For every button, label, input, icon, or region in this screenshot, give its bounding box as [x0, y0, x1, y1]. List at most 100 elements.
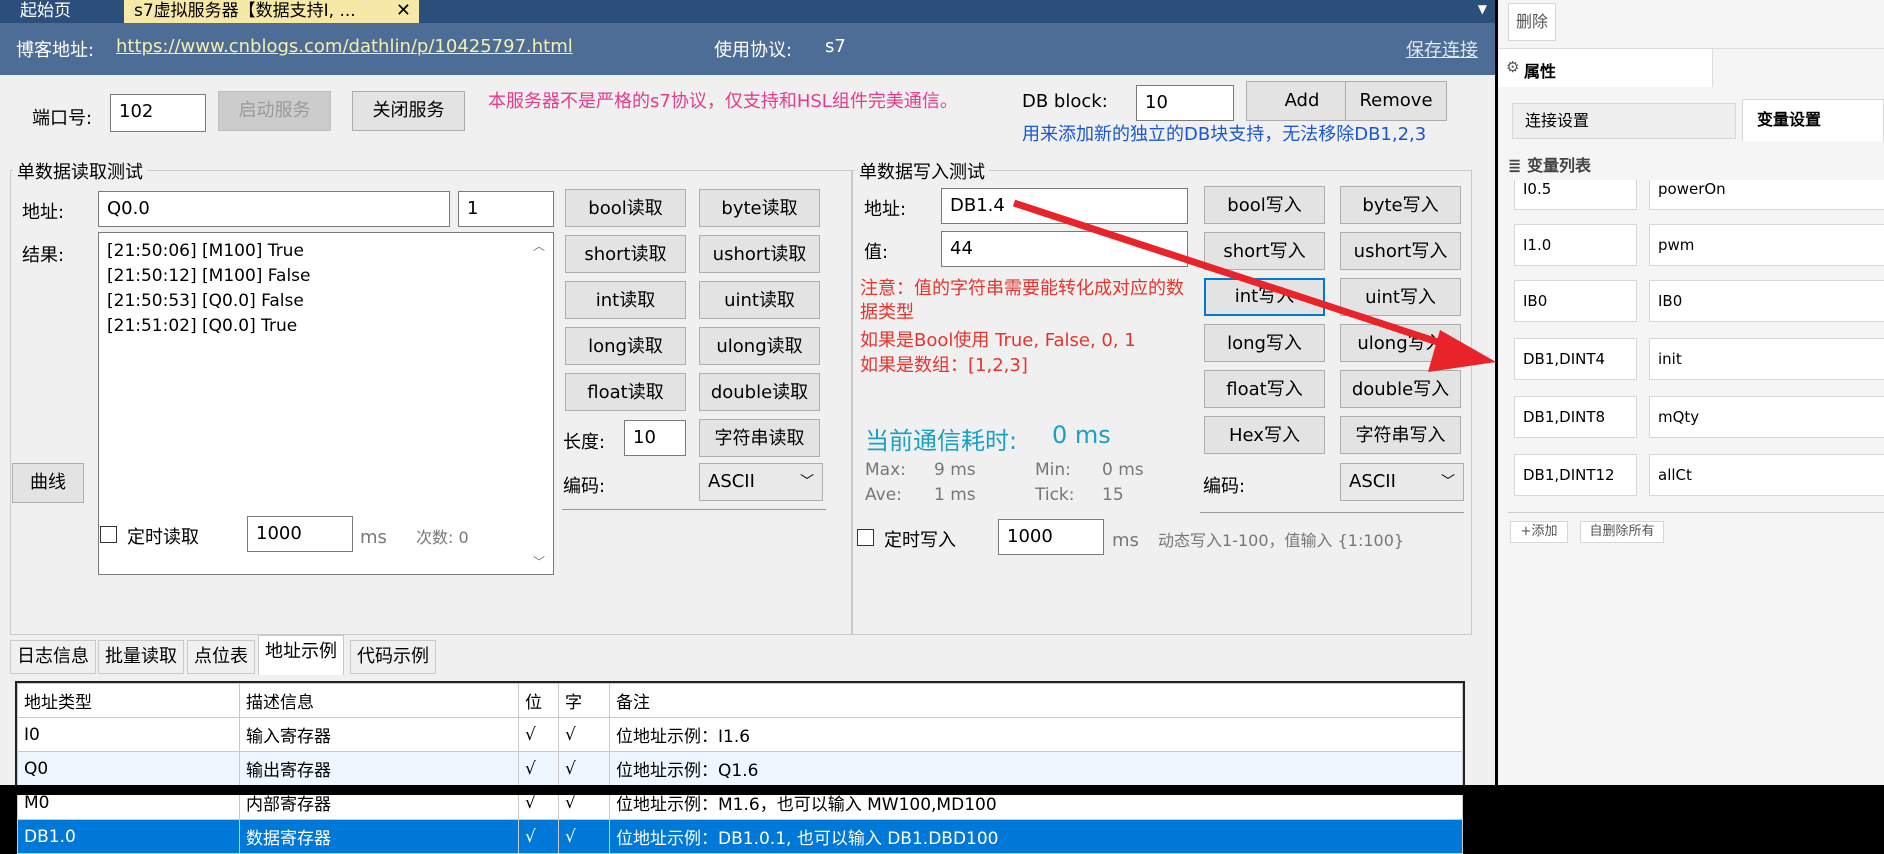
- double-write-button[interactable]: double写入: [1340, 370, 1461, 408]
- write-value-label: 值:: [864, 242, 889, 263]
- timer-read-checkbox[interactable]: [100, 526, 117, 543]
- delete-button[interactable]: 删除: [1508, 3, 1556, 41]
- table-cell: √: [518, 819, 559, 854]
- table-cell: 位地址示例：Q1.6: [609, 751, 1463, 786]
- variable-address[interactable]: IB0: [1514, 280, 1637, 322]
- variable-address[interactable]: DB1,DINT12: [1514, 454, 1637, 496]
- ave-value: 1 ms: [934, 485, 976, 505]
- stop-service-button[interactable]: 关闭服务: [352, 91, 465, 131]
- column-header[interactable]: 位: [518, 683, 559, 718]
- variable-name[interactable]: mQty: [1649, 396, 1884, 438]
- variable-name[interactable]: pwm: [1649, 224, 1884, 266]
- timer-write-unit: ms: [1112, 530, 1139, 551]
- tab-batch-read[interactable]: 批量读取: [98, 640, 184, 674]
- result-line: [21:50:12] [M100] False: [107, 266, 311, 286]
- uint-write-button[interactable]: uint写入: [1340, 278, 1461, 316]
- read-address-input[interactable]: Q0.0: [98, 191, 450, 227]
- remove-db-button[interactable]: Remove: [1345, 81, 1447, 121]
- string-read-button[interactable]: 字符串读取: [699, 419, 820, 457]
- length-input[interactable]: 10: [624, 420, 686, 456]
- add-db-button[interactable]: Add: [1246, 81, 1358, 121]
- tab-start-page[interactable]: 起始页: [0, 0, 122, 23]
- short-write-button[interactable]: short写入: [1204, 232, 1325, 270]
- long-read-button[interactable]: long读取: [565, 327, 686, 365]
- int-read-button[interactable]: int读取: [565, 281, 686, 319]
- uint-read-button[interactable]: uint读取: [699, 281, 820, 319]
- byte-write-button[interactable]: byte写入: [1340, 186, 1461, 224]
- close-icon[interactable]: ✕: [396, 0, 411, 22]
- read-encoding-value: ASCII: [708, 471, 755, 492]
- double-read-button[interactable]: double读取: [699, 373, 820, 411]
- column-header[interactable]: 地址类型: [17, 683, 240, 718]
- float-read-button[interactable]: float读取: [565, 373, 686, 411]
- timer-read-input[interactable]: 1000: [247, 516, 353, 552]
- curve-button[interactable]: 曲线: [12, 463, 84, 503]
- chevron-down-icon[interactable]: ▼: [1478, 2, 1487, 16]
- ave-label: Ave:: [865, 485, 902, 505]
- ushort-read-button[interactable]: ushort读取: [699, 235, 820, 273]
- delete-all-button[interactable]: 自删除所有: [1580, 521, 1664, 543]
- write-note-array: 如果是数组：[1,2,3]: [860, 355, 1028, 376]
- scroll-down-icon[interactable]: ﹀: [533, 553, 545, 570]
- list-icon: ≣: [1508, 156, 1522, 175]
- column-header[interactable]: 字: [558, 683, 610, 718]
- variable-name[interactable]: init: [1649, 338, 1884, 380]
- tab-s7-server[interactable]: s7虚拟服务器【数据支持I, ... ✕: [124, 0, 419, 23]
- bool-write-button[interactable]: bool写入: [1204, 186, 1325, 224]
- bool-read-button[interactable]: bool读取: [565, 189, 686, 227]
- table-row-selected[interactable]: DB1.0 数据寄存器 √ √ 位地址示例：DB1.0.1, 也可以输入 DB1…: [17, 819, 1463, 854]
- timer-read-label: 定时读取: [127, 527, 199, 548]
- ulong-write-button[interactable]: ulong写入: [1340, 324, 1461, 362]
- ushort-write-button[interactable]: ushort写入: [1340, 232, 1461, 270]
- timer-write-input[interactable]: 1000: [998, 519, 1104, 555]
- read-count-input[interactable]: 1: [458, 191, 554, 227]
- table-row[interactable]: Q0 输出寄存器 √ √ 位地址示例：Q1.6: [17, 751, 1463, 786]
- read-encoding-select[interactable]: ASCII ﹀: [699, 463, 823, 501]
- start-service-button[interactable]: 启动服务: [218, 91, 331, 131]
- result-line: [21:50:06] [M100] True: [107, 241, 304, 261]
- save-connection-link[interactable]: 保存连接: [1406, 40, 1478, 61]
- ulong-read-button[interactable]: ulong读取: [699, 327, 820, 365]
- gear-icon: ⚙: [1506, 58, 1520, 76]
- write-value-input[interactable]: 44: [941, 231, 1188, 267]
- table-cell: √: [518, 751, 559, 786]
- table-row[interactable]: I0 输入寄存器 √ √ 位地址示例：I1.6: [17, 717, 1463, 752]
- tab-code-example[interactable]: 代码示例: [350, 640, 436, 674]
- variable-name[interactable]: allCt: [1649, 454, 1884, 496]
- byte-read-button[interactable]: byte读取: [699, 189, 820, 227]
- tab-variable-settings[interactable]: 变量设置: [1742, 99, 1884, 141]
- tab-points[interactable]: 点位表: [187, 640, 255, 674]
- long-write-button[interactable]: long写入: [1204, 324, 1325, 362]
- add-variable-button[interactable]: +添加: [1510, 521, 1568, 543]
- variable-address[interactable]: DB1,DINT8: [1514, 396, 1637, 438]
- table-cell: √: [558, 751, 610, 786]
- table-cell: 数据寄存器: [239, 819, 519, 854]
- table-cell: Q0: [17, 751, 240, 786]
- tab-bar: 起始页 s7虚拟服务器【数据支持I, ... ✕ ▼: [0, 0, 1495, 23]
- tab-connection-settings[interactable]: 连接设置: [1512, 103, 1736, 139]
- hex-write-button[interactable]: Hex写入: [1204, 416, 1325, 454]
- blog-link[interactable]: https://www.cnblogs.com/dathlin/p/104257…: [116, 36, 573, 57]
- variable-address[interactable]: DB1,DINT4: [1514, 338, 1637, 380]
- db-block-input[interactable]: 10: [1136, 85, 1234, 121]
- float-write-button[interactable]: float写入: [1204, 370, 1325, 408]
- variable-name[interactable]: powerOn: [1649, 180, 1884, 210]
- int-write-button[interactable]: int写入: [1204, 278, 1325, 316]
- string-write-button[interactable]: 字符串写入: [1340, 416, 1461, 454]
- variable-address[interactable]: I1.0: [1514, 224, 1637, 266]
- scroll-up-icon[interactable]: ︿: [533, 237, 545, 254]
- write-encoding-select[interactable]: ASCII ﹀: [1340, 463, 1464, 501]
- protocol-value: s7: [825, 36, 846, 57]
- variable-name[interactable]: IB0: [1649, 280, 1884, 322]
- column-header[interactable]: 描述信息: [239, 683, 519, 718]
- tab-address-example[interactable]: 地址示例: [258, 635, 344, 675]
- variable-address[interactable]: I0.5: [1514, 180, 1637, 210]
- db-hint: 用来添加新的独立的DB块支持，无法移除DB1,2,3: [1022, 124, 1427, 145]
- timer-write-checkbox[interactable]: [857, 529, 874, 546]
- write-address-input[interactable]: DB1.4: [941, 188, 1188, 224]
- port-input[interactable]: 102: [110, 94, 206, 132]
- short-read-button[interactable]: short读取: [565, 235, 686, 273]
- column-header[interactable]: 备注: [609, 683, 1463, 718]
- properties-panel: 删除 ⚙ 属性 连接设置 变量设置 ≣ 变量列表 I0.5 powerOn I1…: [1498, 0, 1884, 795]
- tab-log[interactable]: 日志信息: [10, 640, 96, 674]
